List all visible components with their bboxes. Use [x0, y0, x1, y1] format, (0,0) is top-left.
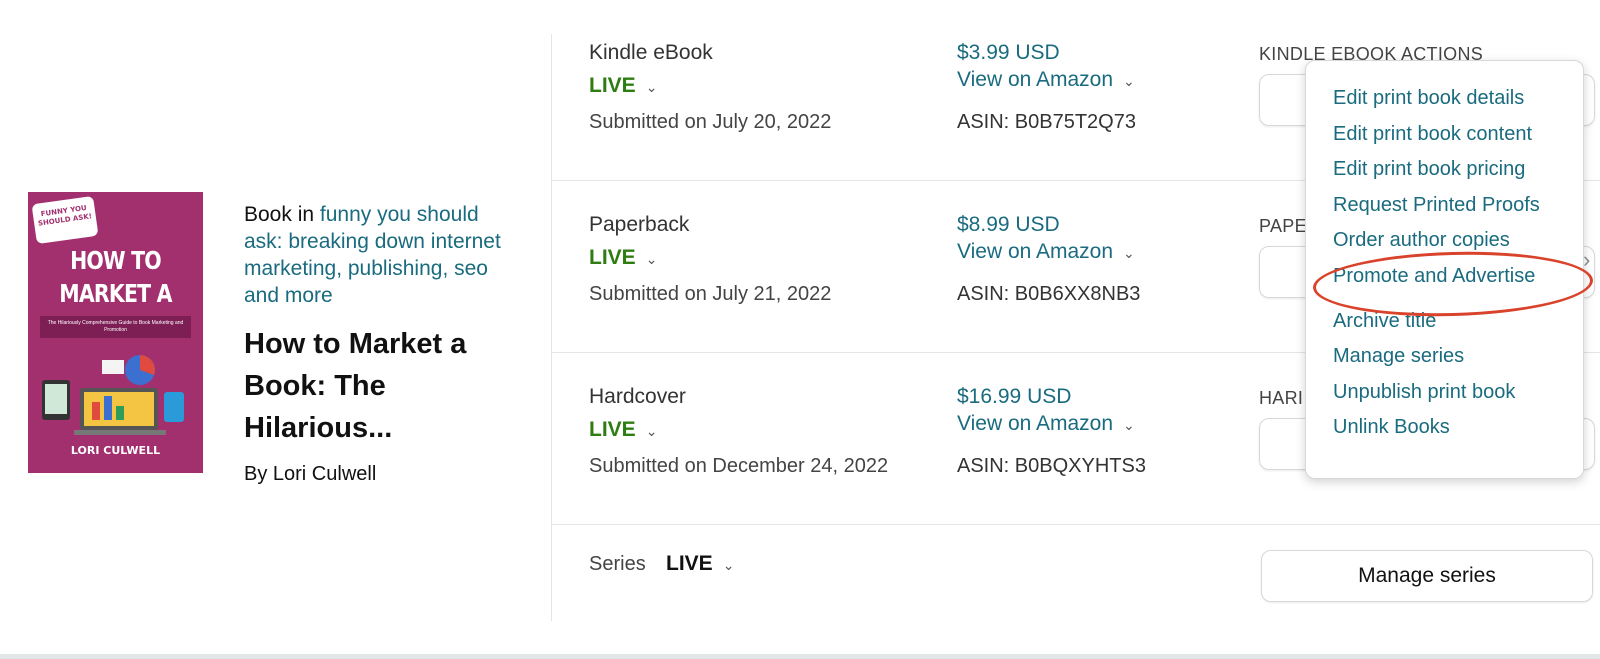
cover-subtitle: The Hilariously Comprehensive Guide to B…	[40, 316, 191, 338]
menu-item-edit-content[interactable]: Edit print book content	[1333, 123, 1532, 146]
menu-item-request-proofs[interactable]: Request Printed Proofs	[1333, 194, 1540, 217]
cover-title-line1: HOW TO	[70, 246, 162, 275]
book-title: How to Market a Book: The Hilarious...	[244, 328, 467, 444]
asin: ASIN: B0B6XX8NB3	[957, 283, 1141, 305]
asin: ASIN: B0B75T2Q73	[957, 111, 1136, 133]
cover-author: LORI CULWELL	[70, 444, 161, 457]
chevron-down-icon: ⌄	[1123, 417, 1135, 433]
view-on-amazon-label: View on Amazon	[957, 412, 1114, 435]
view-on-amazon-label: View on Amazon	[957, 68, 1114, 91]
view-on-amazon-link[interactable]: View on Amazon ⌄	[957, 412, 1135, 436]
format-name: Kindle eBook	[589, 41, 713, 64]
chevron-down-icon: ⌄	[1123, 73, 1135, 89]
menu-item-manage-series[interactable]: Manage series	[1333, 345, 1464, 368]
chevron-down-icon: ⌄	[645, 251, 658, 267]
view-on-amazon-link[interactable]: View on Amazon ⌄	[957, 68, 1135, 92]
book-series-info: Book in funny you should ask: breaking d…	[244, 201, 520, 309]
menu-item-unlink-books[interactable]: Unlink Books	[1333, 416, 1450, 439]
menu-item-edit-pricing[interactable]: Edit print book pricing	[1333, 158, 1525, 181]
asin: ASIN: B0BQXYHTS3	[957, 455, 1146, 477]
series-status-dropdown[interactable]: LIVE ⌄	[666, 552, 734, 576]
chevron-down-icon: ⌄	[645, 79, 658, 95]
submitted-date: Submitted on December 24, 2022	[589, 455, 889, 477]
chevron-down-icon: ⌄	[645, 423, 658, 439]
book-author: By Lori Culwell	[244, 463, 377, 485]
status-dropdown[interactable]: LIVE ⌄	[589, 246, 657, 270]
price: $3.99 USD	[957, 41, 1060, 64]
manage-series-button[interactable]: Manage series	[1261, 550, 1593, 602]
book-in-prefix: Book in	[244, 203, 320, 226]
cover-bubble: FUNNY YOU SHOULD ASK!	[31, 195, 99, 245]
status-label: LIVE	[589, 74, 636, 97]
status-label: LIVE	[589, 246, 636, 269]
status-dropdown[interactable]: LIVE ⌄	[589, 74, 657, 98]
page-bottom-border	[0, 654, 1600, 659]
status-dropdown[interactable]: LIVE ⌄	[589, 418, 657, 442]
status-label: LIVE	[589, 418, 636, 441]
view-on-amazon-label: View on Amazon	[957, 240, 1114, 263]
menu-item-edit-details[interactable]: Edit print book details	[1333, 87, 1524, 110]
chevron-right-icon: ›	[1583, 247, 1591, 272]
cover-illustration	[42, 355, 184, 435]
chevron-down-icon: ⌄	[722, 557, 735, 573]
row-divider	[552, 524, 1600, 525]
series-label: Series	[589, 553, 646, 575]
column-divider	[551, 34, 552, 621]
book-cover[interactable]: FUNNY YOU SHOULD ASK! HOW TO MARKET A BO…	[28, 192, 203, 473]
price: $8.99 USD	[957, 213, 1060, 236]
series-status-label: LIVE	[666, 552, 713, 575]
menu-item-unpublish[interactable]: Unpublish print book	[1333, 381, 1515, 404]
submitted-date: Submitted on July 21, 2022	[589, 283, 832, 305]
view-on-amazon-link[interactable]: View on Amazon ⌄	[957, 240, 1135, 264]
actions-label: PAPE	[1259, 216, 1307, 236]
chevron-down-icon: ⌄	[1123, 245, 1135, 261]
menu-item-order-author-copies[interactable]: Order author copies	[1333, 229, 1510, 252]
format-name: Paperback	[589, 213, 690, 236]
actions-label: HARI	[1259, 388, 1304, 408]
price: $16.99 USD	[957, 385, 1072, 408]
submitted-date: Submitted on July 20, 2022	[589, 111, 832, 133]
format-name: Hardcover	[589, 385, 686, 408]
